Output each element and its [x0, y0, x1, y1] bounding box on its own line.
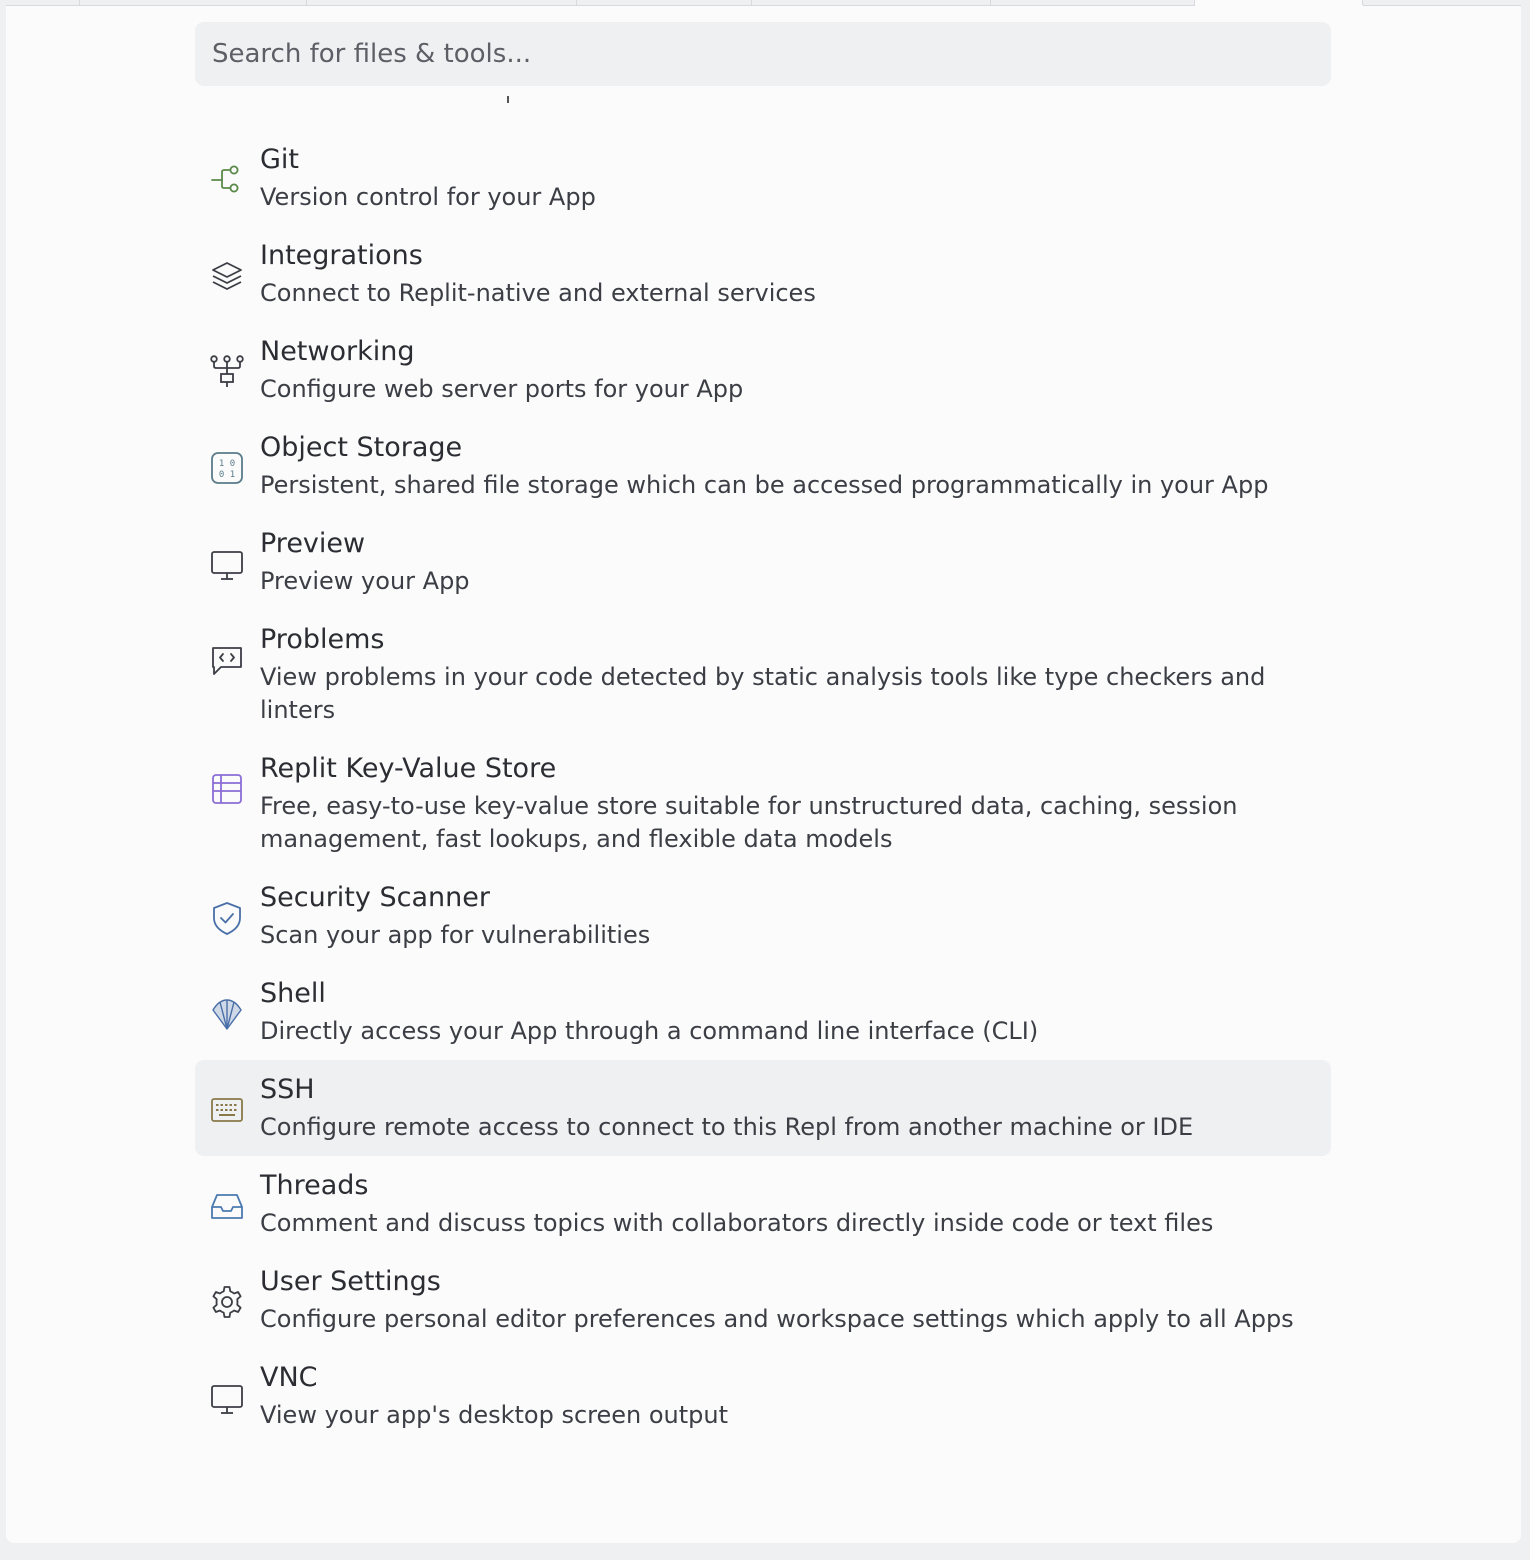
search-input[interactable]: [195, 22, 1331, 86]
tool-item-problems[interactable]: Problems View problems in your code detec…: [195, 610, 1331, 739]
tool-item-git[interactable]: Git Version control for your App: [195, 130, 1331, 226]
tool-description: Comment and discuss topics with collabor…: [260, 1209, 1214, 1237]
tool-item-threads[interactable]: Threads Comment and discuss topics with c…: [195, 1156, 1331, 1252]
tab[interactable]: [991, 0, 1195, 6]
tab[interactable]: [752, 0, 991, 6]
tool-item-security-scanner[interactable]: Security Scanner Scan your app for vulner…: [195, 868, 1331, 964]
tool-description: Configure personal editor preferences an…: [260, 1305, 1294, 1333]
tool-title: Replit Key-Value Store: [260, 753, 557, 784]
monitor-icon: [209, 546, 245, 582]
tool-title: Security Scanner: [260, 882, 490, 913]
svg-text:1 0: 1 0: [219, 459, 235, 469]
tool-title: User Settings: [260, 1266, 441, 1297]
tools-panel: Git Version control for your App Integrati…: [6, 0, 1521, 1543]
code-message-icon: [209, 642, 245, 678]
tool-item-vnc[interactable]: VNC View your app's desktop screen output: [195, 1348, 1331, 1444]
tool-title: Threads: [260, 1170, 369, 1201]
tab[interactable]: [1363, 0, 1521, 6]
tool-title: SSH: [260, 1074, 315, 1105]
tab-active[interactable]: [1195, 0, 1363, 5]
tool-item-object-storage[interactable]: 1 00 1 Object Storage Persistent, shared f…: [195, 418, 1331, 514]
svg-text:0 1: 0 1: [219, 470, 235, 480]
tool-item-networking[interactable]: Networking Configure web server ports for…: [195, 322, 1331, 418]
layers-icon: [209, 258, 245, 294]
shell-icon: [209, 996, 245, 1032]
keyboard-icon: [209, 1092, 245, 1128]
table-icon: [209, 771, 245, 807]
tool-description: View your app's desktop screen output: [260, 1401, 729, 1429]
tool-title: Git: [260, 144, 300, 175]
tool-title: Object Storage: [260, 432, 463, 463]
tool-title: Integrations: [260, 240, 423, 271]
tab[interactable]: [6, 0, 80, 6]
gear-icon: [209, 1284, 245, 1320]
search-box[interactable]: [195, 22, 1331, 86]
tool-description: Preview your App: [260, 567, 470, 595]
tool-item-ssh[interactable]: SSH Configure remote access to connect to…: [195, 1060, 1331, 1156]
tool-description: View problems in your code detected by s…: [260, 663, 1266, 724]
tool-description: Connect to Replit-native and external se…: [260, 279, 816, 307]
tool-description: Free, easy-to-use key-value store suitab…: [260, 792, 1238, 853]
tool-description: Configure web server ports for your App: [260, 375, 744, 403]
tool-item-shell[interactable]: Shell Directly access your App through a …: [195, 964, 1331, 1060]
network-icon: [209, 354, 245, 390]
tab[interactable]: [80, 0, 307, 6]
shield-check-icon: [209, 900, 245, 936]
tab[interactable]: [307, 0, 577, 6]
git-branch-icon: [209, 162, 245, 198]
tool-title: Problems: [260, 624, 385, 655]
tool-title: Preview: [260, 528, 366, 559]
tool-list: Git Version control for your App Integrati…: [195, 130, 1331, 1444]
tool-description: Scan your app for vulnerabilities: [260, 921, 651, 949]
tool-item-user-settings[interactable]: User Settings Configure personal editor p…: [195, 1252, 1331, 1348]
tool-title: Networking: [260, 336, 415, 367]
tab[interactable]: [577, 0, 752, 6]
tool-item-integrations[interactable]: Integrations Connect to Replit-native and…: [195, 226, 1331, 322]
binary-box-icon: 1 00 1: [209, 450, 245, 486]
tool-description: Persistent, shared file storage which ca…: [260, 471, 1269, 499]
tool-title: Shell: [260, 978, 326, 1009]
tab-strip: [6, 0, 1521, 6]
scrolled-text-fragment: [507, 96, 509, 103]
monitor-icon: [209, 1380, 245, 1416]
tool-description: Version control for your App: [260, 183, 596, 211]
tool-item-kv-store[interactable]: Replit Key-Value Store Free, easy-to-use …: [195, 739, 1331, 868]
tool-description: Configure remote access to connect to th…: [260, 1113, 1194, 1141]
tool-description: Directly access your App through a comma…: [260, 1017, 1039, 1045]
tool-item-preview[interactable]: Preview Preview your App: [195, 514, 1331, 610]
tool-title: VNC: [260, 1362, 318, 1393]
inbox-icon: [209, 1188, 245, 1224]
